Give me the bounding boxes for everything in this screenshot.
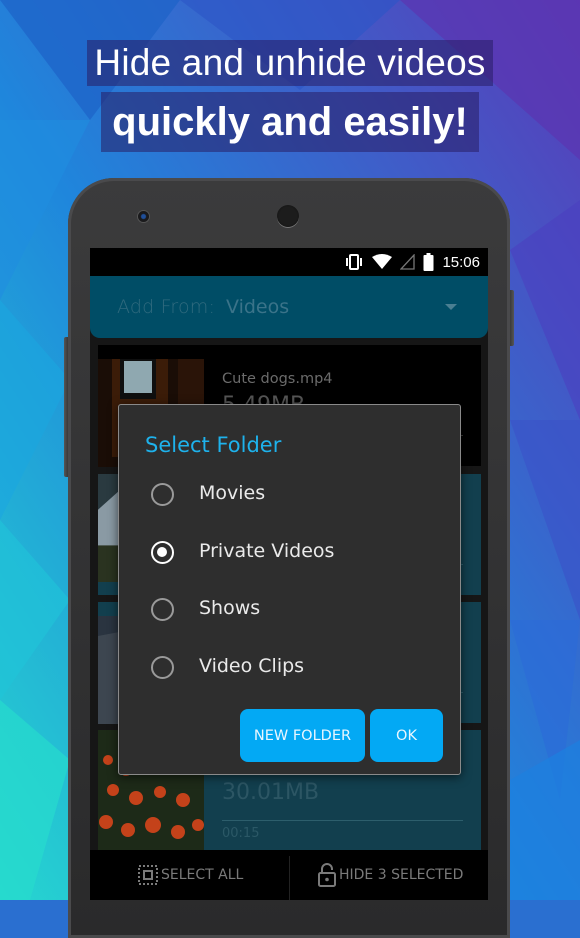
video-duration: 00:15 (222, 826, 260, 841)
status-clock: 15:06 (442, 253, 480, 271)
select-all-button[interactable]: SELECT ALL (138, 850, 243, 900)
unlock-icon (318, 863, 336, 887)
promo-headline-line2: quickly and easily! (0, 92, 580, 152)
select-all-icon (138, 865, 158, 885)
folder-option-shows[interactable]: Shows (119, 586, 460, 634)
promo-headline-line1: Hide and unhide videos (0, 40, 580, 86)
promo-line1-text: Hide and unhide videos (87, 40, 493, 86)
select-all-label: SELECT ALL (161, 867, 244, 883)
wifi-icon (372, 254, 393, 269)
radio-button[interactable] (151, 598, 174, 621)
video-size: 30.01MB (222, 780, 320, 805)
new-folder-button[interactable]: NEW FOLDER (240, 709, 365, 762)
add-from-dropdown[interactable]: Add From: Videos (90, 276, 488, 338)
battery-icon (423, 253, 434, 271)
dialog-title: Select Folder (145, 433, 282, 457)
folder-option-private-videos[interactable]: Private Videos (119, 529, 460, 577)
add-from-label: Add From: (117, 296, 216, 318)
dropdown-arrow-icon (445, 304, 457, 310)
radio-button[interactable] (151, 483, 174, 506)
hide-selected-label: HIDE 3 SELECTED (339, 867, 464, 883)
folder-option-movies[interactable]: Movies (119, 471, 460, 519)
promo-line2-text: quickly and easily! (101, 92, 479, 152)
hide-selected-button[interactable]: HIDE 3 SELECTED (318, 850, 463, 900)
select-folder-dialog: Select Folder Movies Private Videos Show… (118, 404, 461, 775)
earpiece-speaker-icon (277, 205, 299, 227)
status-bar: 15:06 (90, 248, 488, 276)
video-name: Cute dogs.mp4 (222, 371, 333, 387)
folder-option-video-clips[interactable]: Video Clips (119, 644, 460, 692)
folder-option-label: Video Clips (199, 655, 305, 677)
cell-signal-icon (400, 254, 416, 270)
add-from-value: Videos (226, 296, 290, 318)
bottom-bar-divider (289, 856, 290, 900)
folder-option-label: Private Videos (199, 540, 335, 562)
radio-button[interactable] (151, 656, 174, 679)
vibrate-icon (346, 254, 363, 270)
folder-option-label: Shows (199, 597, 261, 619)
folder-option-label: Movies (199, 482, 266, 504)
item-divider (222, 820, 463, 821)
bottom-action-bar: SELECT ALL HIDE 3 SELECTED (90, 850, 488, 900)
radio-button-checked[interactable] (151, 541, 174, 564)
front-camera-icon (138, 211, 149, 222)
ok-button[interactable]: OK (370, 709, 443, 762)
